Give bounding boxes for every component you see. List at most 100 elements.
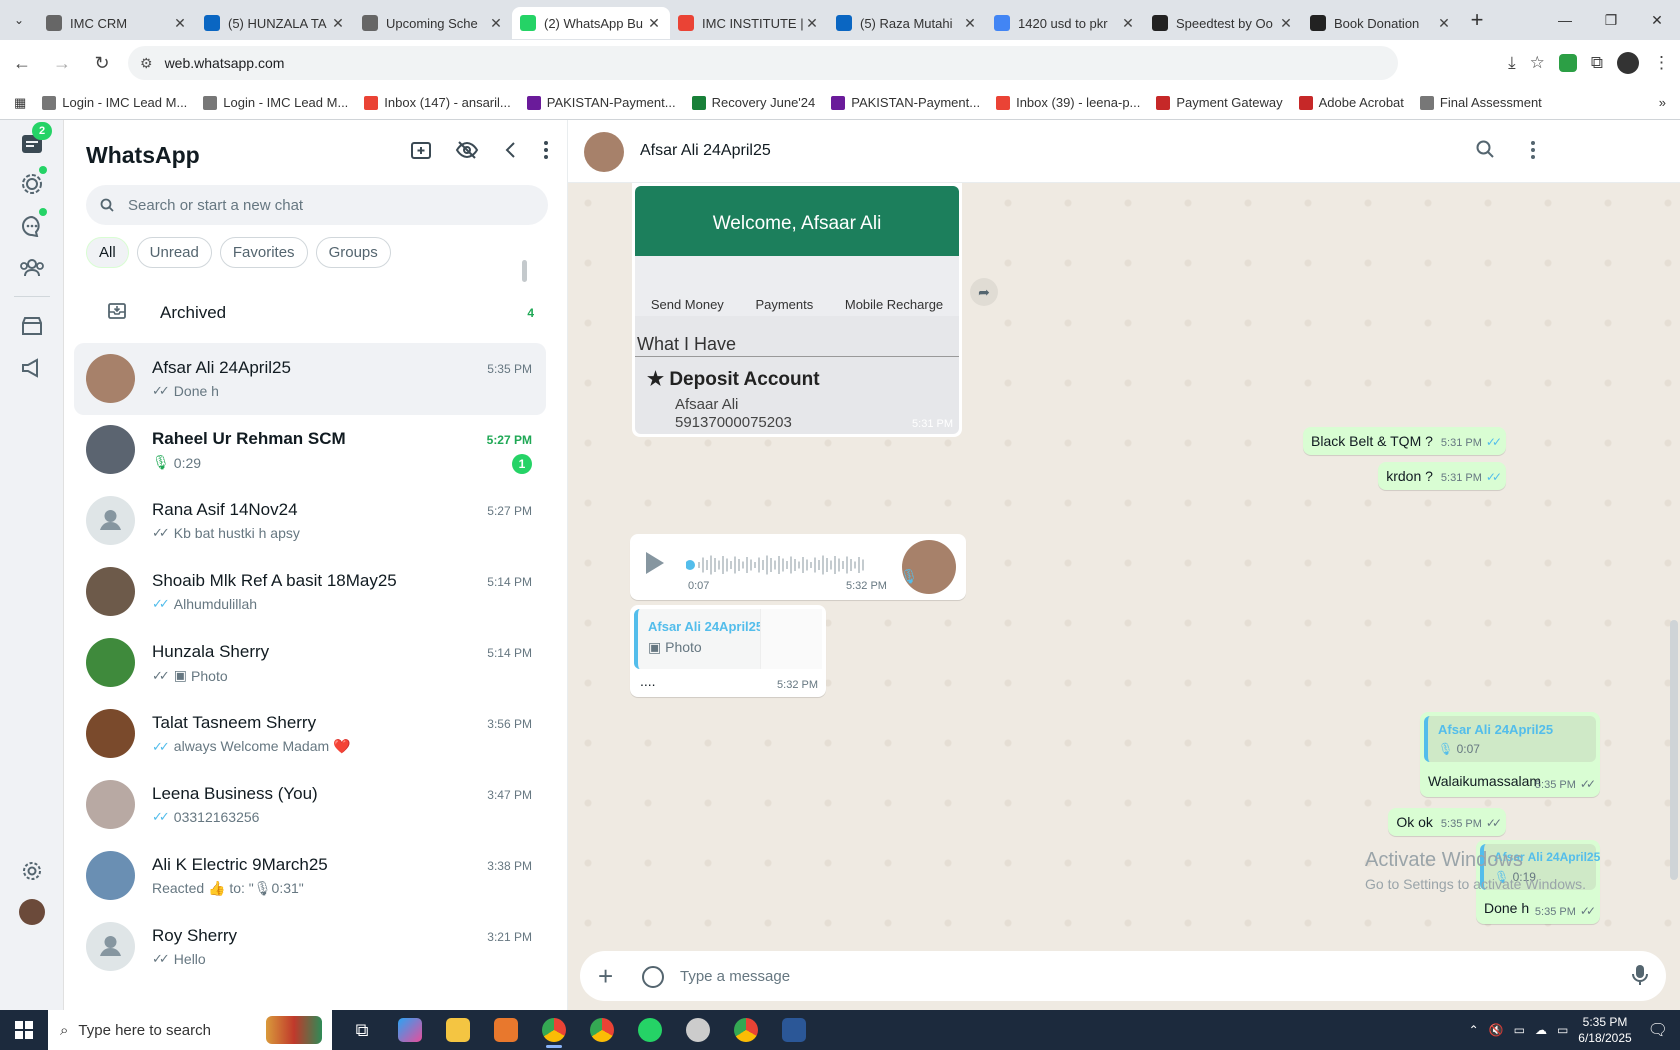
word-icon[interactable] [770,1010,818,1050]
clock[interactable]: 5:35 PM 6/18/2025 [1578,1014,1631,1046]
conversation-scrollbar[interactable] [1670,620,1678,880]
install-app-icon[interactable]: ⤓ [1508,53,1516,73]
apps-grid-icon[interactable]: ▦ [14,95,26,111]
new-tab-button[interactable]: + [1460,7,1494,33]
bookmark-item[interactable]: Recovery June'24 [691,95,815,110]
start-button[interactable] [0,1010,48,1050]
search-bar[interactable]: Search or start a new chat [86,185,548,225]
chat-row[interactable]: Rana Asif 14Nov24 5:27 PM ✓✓ Kb bat hustki … [74,485,546,557]
search-messages-icon[interactable] [1476,140,1494,163]
taskbar-search[interactable]: ⌕ Type here to search [48,1010,332,1050]
close-window-button[interactable]: ✕ [1634,0,1680,40]
new-chat-icon[interactable] [411,140,433,165]
browser-menu-icon[interactable]: ⋮ [1653,53,1670,73]
browser-tab[interactable]: (2) WhatsApp Bu ✕ [512,7,670,39]
bookmark-item[interactable]: Payment Gateway [1156,95,1283,110]
image-message[interactable]: Welcome, Afsaar Ali Send Money Payments … [632,183,962,437]
status-icon[interactable] [18,170,46,198]
bookmark-item[interactable]: Inbox (147) - ansaril... [364,95,511,110]
tab-close-icon[interactable]: ✕ [330,15,346,32]
communities-icon[interactable] [18,254,46,282]
forward-icon[interactable]: ➦ [970,278,998,306]
outgoing-message[interactable]: krdon ? 5:31 PM ✓✓ [1378,462,1506,490]
bookmark-star-icon[interactable]: ☆ [1530,53,1545,73]
battery-icon[interactable]: ▭ [1514,1023,1525,1037]
chat-row[interactable]: Hunzala Sherry 5:14 PM ✓✓ ▣ Photo [74,627,546,699]
copilot-icon[interactable] [386,1010,434,1050]
tab-close-icon[interactable]: ✕ [1436,15,1452,32]
bookmark-item[interactable]: PAKISTAN-Payment... [831,95,980,110]
filter-chip-favorites[interactable]: Favorites [219,237,308,268]
file-explorer-icon[interactable] [434,1010,482,1050]
app-icon[interactable] [482,1010,530,1050]
bookmark-item[interactable]: Final Assessment [1419,95,1542,110]
chat-row[interactable]: Leena Business (You) 3:47 PM ✓✓ 03312163256 [74,769,546,841]
extension-icon[interactable] [1558,54,1577,72]
chat-row[interactable]: Raheel Ur Rehman SCM 5:27 PM 🎙 0:29 1 [74,414,546,486]
notifications-icon[interactable]: 🗨 [1648,1020,1668,1040]
message-input[interactable] [680,951,1560,1001]
browser-tab[interactable]: Book Donation ✕ [1302,7,1460,39]
extensions-puzzle-icon[interactable]: ⧉ [1591,53,1603,73]
minimize-button[interactable]: — [1542,0,1588,40]
chrome-icon[interactable] [530,1010,578,1050]
voice-message[interactable]: 0:07 5:32 PM 🎙 [630,534,966,600]
filter-chip-groups[interactable]: Groups [315,237,391,268]
tab-close-icon[interactable]: ✕ [172,15,188,32]
bookmark-item[interactable]: Inbox (39) - leena-p... [996,95,1140,110]
contact-name[interactable]: Afsar Ali 24April25 [640,142,771,160]
filter-chip-unread[interactable]: Unread [136,237,212,268]
browser-tab[interactable]: IMC CRM ✕ [38,7,196,39]
browser-tab[interactable]: (5) Raza Mutahi ✕ [828,7,986,39]
outgoing-message[interactable]: Black Belt & TQM ? 5:31 PM ✓✓ [1303,427,1506,455]
reply-message[interactable]: Afsar Ali 24April25 ▣ Photo .... 5:32 PM [630,605,826,697]
collapse-chevron-icon[interactable] [501,140,521,165]
filter-chip-all[interactable]: All [86,237,129,268]
profile-photo[interactable] [18,898,46,926]
chat-row[interactable]: Roy Sherry 3:21 PM ✓✓ Hello [74,911,546,983]
tray-overflow-icon[interactable]: ⌃ [1469,1023,1479,1037]
back-button[interactable]: ← [4,45,40,81]
outgoing-message[interactable]: Ok ok 5:35 PM ✓✓ [1388,808,1506,836]
bookmark-overflow-icon[interactable]: » [1659,95,1666,110]
chat-row[interactable]: Ali K Electric 9March25 3:38 PM Reacted 👍 … [74,840,546,912]
chat-row[interactable]: Shoaib Mlk Ref A basit 18May25 5:14 PM ✓✓ A… [74,556,546,628]
quoted-voice[interactable]: Afsar Ali 24April25 🎙 0:07 [1424,716,1596,762]
business-tools-icon[interactable] [18,312,46,340]
browser-tab[interactable]: 1420 usd to pkr ✕ [986,7,1144,39]
chat-row[interactable]: Afsar Ali 24April25 5:35 PM ✓✓ Done h [74,343,546,415]
browser-tab[interactable]: Speedtest by Oo ✕ [1144,7,1302,39]
maximize-button[interactable]: ❐ [1588,0,1634,40]
advertise-icon[interactable] [18,354,46,382]
conversation-menu-icon[interactable] [1530,140,1536,165]
play-icon[interactable] [646,552,664,574]
tab-close-icon[interactable]: ✕ [1278,15,1294,32]
volume-icon[interactable]: 🔇 [1489,1023,1504,1037]
archived-row[interactable]: Archived 4 [64,288,568,338]
chat-list-scrollbar[interactable] [522,260,527,282]
chrome-icon[interactable] [578,1010,626,1050]
display-icon[interactable]: ▭ [1557,1023,1568,1037]
chrome-icon[interactable] [722,1010,770,1050]
forward-button[interactable]: → [44,45,80,81]
conversation-header[interactable]: Afsar Ali 24April25 [568,120,1680,183]
clock-app-icon[interactable] [674,1010,722,1050]
menu-dots-icon[interactable] [543,140,549,165]
tab-close-icon[interactable]: ✕ [646,15,662,32]
profile-avatar[interactable] [1617,52,1639,74]
bookmark-item[interactable]: Login - IMC Lead M... [42,95,187,110]
voice-record-icon[interactable] [1632,964,1648,991]
reload-button[interactable]: ↻ [84,45,120,81]
address-bar[interactable]: ⚙ web.whatsapp.com [128,46,1398,80]
tab-close-icon[interactable]: ✕ [962,15,978,32]
tab-search-button[interactable]: ⌄ [0,0,38,40]
browser-tab[interactable]: (5) HUNZALA TA ✕ [196,7,354,39]
settings-icon[interactable] [18,857,46,885]
reply-message[interactable]: Afsar Ali 24April25 🎙 0:07 Walaikumassal… [1420,712,1600,797]
tab-close-icon[interactable]: ✕ [488,15,504,32]
whatsapp-icon[interactable] [626,1010,674,1050]
contact-avatar[interactable] [584,132,624,172]
quoted-photo[interactable]: Afsar Ali 24April25 ▣ Photo [634,609,822,669]
voice-waveform[interactable] [686,554,866,576]
site-info-icon[interactable]: ⚙ [140,55,153,72]
